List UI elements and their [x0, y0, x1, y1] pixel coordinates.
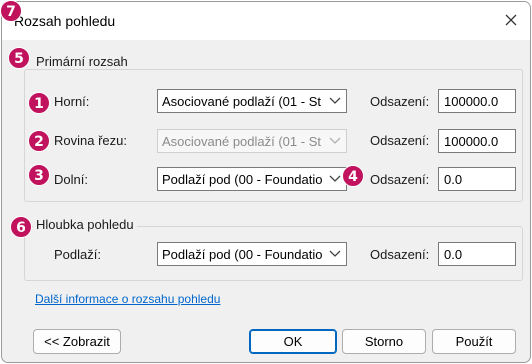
apply-button[interactable]: Použít [432, 329, 516, 354]
callout-badge-6: 6 [10, 216, 32, 238]
cut-plane-combo[interactable]: Asociované podlaží (01 - St [157, 129, 347, 153]
cut-plane-offset-input[interactable]: 100000.0 [438, 129, 516, 153]
depth-offset-label: Odsazení: [370, 247, 430, 262]
view-range-dialog: Rozsah pohledu Primární rozsah Horní: As… [1, 1, 531, 363]
cut-plane-value: Asociované podlaží (01 - St [162, 134, 321, 149]
ok-button[interactable]: OK [249, 329, 337, 354]
chevron-down-icon [329, 137, 341, 144]
top-offset-input[interactable]: 100000.0 [438, 89, 516, 113]
callout-badge-4: 4 [342, 165, 364, 187]
callout-badge-3: 3 [28, 164, 50, 186]
callout-badge-7: 7 [0, 0, 22, 22]
depth-level-label: Podlaží: [54, 247, 101, 262]
callout-badge-5: 5 [8, 47, 30, 69]
bottom-offset-label: Odsazení: [370, 172, 430, 187]
chevron-down-icon [329, 250, 341, 257]
dialog-title: Rozsah pohledu [14, 13, 116, 29]
chevron-down-icon [329, 97, 341, 104]
bottom-offset-input[interactable]: 0.0 [438, 167, 516, 191]
more-info-link[interactable]: Další informace o rozsahu pohledu [35, 292, 220, 306]
depth-level-combo[interactable]: Podlaží pod (00 - Foundatio [157, 242, 347, 266]
depth-offset-value: 0.0 [444, 247, 463, 262]
cancel-button[interactable]: Storno [342, 329, 426, 354]
cut-plane-offset-value: 100000.0 [444, 134, 499, 149]
depth-offset-input[interactable]: 0.0 [438, 242, 516, 266]
top-level-value: Asociované podlaží (01 - St [162, 94, 321, 109]
callout-badge-2: 2 [28, 130, 50, 152]
cut-plane-label: Rovina řezu: [54, 133, 127, 148]
chevron-down-icon [329, 175, 341, 182]
view-depth-label: Hloubka pohledu [33, 217, 137, 232]
bottom-offset-value: 0.0 [444, 172, 463, 187]
bottom-level-combo[interactable]: Podlaží pod (00 - Foundatio [157, 167, 347, 191]
depth-level-value: Podlaží pod (00 - Foundatio [162, 247, 323, 262]
close-button[interactable] [500, 11, 522, 31]
cut-plane-offset-label: Odsazení: [370, 133, 430, 148]
top-offset-label: Odsazení: [370, 94, 430, 109]
close-icon [505, 14, 517, 26]
primary-range-label: Primární rozsah [33, 54, 131, 69]
callout-badge-1: 1 [28, 92, 50, 114]
show-button[interactable]: << Zobrazit [33, 329, 121, 354]
top-offset-value: 100000.0 [444, 94, 499, 109]
title-bar: Rozsah pohledu [2, 2, 530, 40]
bottom-level-value: Podlaží pod (00 - Foundatio [162, 172, 323, 187]
top-level-combo[interactable]: Asociované podlaží (01 - St [157, 89, 347, 113]
bottom-label: Dolní: [54, 172, 88, 187]
top-label: Horní: [54, 94, 90, 109]
